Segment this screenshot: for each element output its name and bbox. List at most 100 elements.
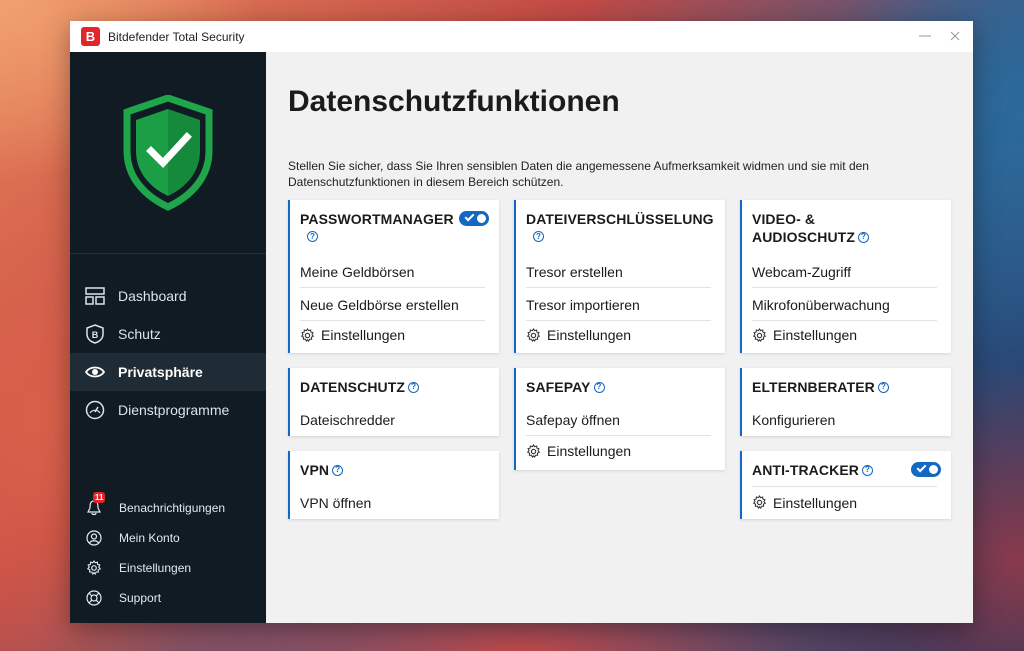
passwortmanager-toggle[interactable] [459,211,489,226]
sidebar-item-label: Mein Konto [119,531,180,545]
card-link-safepay-oeffnen[interactable]: Safepay öffnen [526,404,711,436]
card-link-dateischredder[interactable]: Dateischredder [300,404,485,436]
help-icon[interactable]: ? [877,381,889,393]
gear-icon [752,495,767,510]
sidebar-item-benachrichtigungen[interactable]: 11 Benachrichtigungen [70,492,266,523]
help-icon[interactable]: ? [332,464,344,476]
support-lifebuoy-icon [86,590,102,606]
sidebar-item-label: Dienstprogramme [118,402,230,418]
card-title-text: ANTI-TRACKER [752,462,859,478]
card-video-audioschutz: VIDEO- & AUDIOSCHUTZ? Webcam-Zugriff Mik… [740,200,951,353]
help-icon[interactable]: ? [408,381,420,393]
card-title-text: DATENSCHUTZ [300,379,406,395]
card-link-konfigurieren[interactable]: Konfigurieren [752,404,937,436]
card-title-text: SAFEPAY [526,379,591,395]
account-icon [86,530,102,546]
gear-icon [752,327,767,343]
page-title: Datenschutzfunktionen [288,85,620,118]
card-title: VPN? [300,461,344,479]
card-title-line: AUDIOSCHUTZ [752,229,855,245]
help-icon[interactable]: ? [533,231,544,242]
minimize-icon [919,35,931,37]
sidebar-item-schutz[interactable]: B Schutz [70,315,266,353]
sidebar-item-support[interactable]: Support [70,583,266,613]
dashboard-icon [85,286,105,306]
card-safepay: SAFEPAY? Safepay öffnen Einstellungen [514,368,725,470]
protection-shield-icon: B [85,324,105,344]
card-title: SAFEPAY? [526,378,605,396]
sidebar-bottom-nav: 11 Benachrichtigungen Mein Konto Einstel… [70,492,266,613]
sidebar-item-mein-konto[interactable]: Mein Konto [70,523,266,553]
settings-label: Einstellungen [547,443,632,459]
card-settings-link[interactable]: Einstellungen [752,319,937,351]
gauge-icon [85,400,105,420]
card-link-meine-geldboersen[interactable]: Meine Geldbörsen [300,256,485,288]
card-title-text: ELTERNBERATER [752,379,875,395]
anti-tracker-toggle[interactable] [911,462,941,477]
sidebar-item-dienstprogramme[interactable]: Dienstprogramme [70,391,266,429]
svg-text:B: B [92,330,99,340]
page-description: Stellen Sie sicher, dass Sie Ihren sensi… [288,159,869,189]
minimize-button[interactable] [917,27,933,45]
sidebar-item-label: Einstellungen [119,561,192,575]
bell-icon: 11 [86,492,106,516]
settings-label: Einstellungen [547,327,632,343]
card-settings-link[interactable]: Einstellungen [752,486,937,518]
notification-count-badge: 11 [93,492,106,503]
bitdefender-logo-icon: B [81,27,100,46]
settings-label: Einstellungen [773,327,858,343]
card-title: DATEIVERSCHLÜSSELUNG [526,211,714,227]
card-passwortmanager: PASSWORTMANAGER ? Meine Geldbörsen Neue … [288,200,499,353]
eye-icon [85,362,105,382]
card-title: ANTI-TRACKER? [752,461,873,479]
card-settings-link[interactable]: Einstellungen [526,435,711,467]
sidebar-item-dashboard[interactable]: Dashboard [70,277,266,315]
close-icon [950,31,960,41]
card-vpn: VPN? VPN öffnen [288,451,499,519]
sidebar-item-label: Privatsphäre [118,364,203,380]
card-datenschutz: DATENSCHUTZ? Dateischredder [288,368,499,436]
settings-label: Einstellungen [773,494,858,511]
card-dateiverschluesselung: DATEIVERSCHLÜSSELUNG ? Tresor erstellen … [514,200,725,353]
sidebar-item-einstellungen[interactable]: Einstellungen [70,553,266,583]
card-link-neue-geldboerse[interactable]: Neue Geldbörse erstellen [300,289,485,321]
help-icon[interactable]: ? [593,381,605,393]
help-icon[interactable]: ? [307,231,318,242]
status-shield [70,52,266,254]
card-settings-link[interactable]: Einstellungen [300,319,485,351]
card-settings-link[interactable]: Einstellungen [526,319,711,351]
sidebar-item-label: Dashboard [118,288,187,304]
card-title: PASSWORTMANAGER [300,211,454,227]
sidebar-item-label: Schutz [118,326,161,342]
sidebar-item-privatsphaere[interactable]: Privatsphäre [70,353,266,391]
shield-check-icon [123,94,213,211]
card-link-mikrofonueberwachung[interactable]: Mikrofonüberwachung [752,289,937,321]
card-elternberater: ELTERNBERATER? Konfigurieren [740,368,951,436]
card-link-tresor-importieren[interactable]: Tresor importieren [526,289,711,321]
close-button[interactable] [947,27,963,45]
sidebar-nav: Dashboard B Schutz Privatsphäre Dienstpr… [70,277,266,429]
window-title: Bitdefender Total Security [108,29,245,44]
gear-icon [86,560,102,576]
card-title: VIDEO- & AUDIOSCHUTZ? [752,210,869,246]
gear-icon [526,327,541,343]
app-window: B Bitdefender Total Security Dashboard B… [70,21,973,623]
help-icon[interactable]: ? [857,231,869,243]
sidebar-item-label: Benachrichtigungen [119,501,226,515]
gear-icon [300,327,315,343]
sidebar: Dashboard B Schutz Privatsphäre Dienstpr… [70,52,266,623]
card-link-webcam-zugriff[interactable]: Webcam-Zugriff [752,256,937,288]
card-link-vpn-oeffnen[interactable]: VPN öffnen [300,487,485,519]
card-title-line: VIDEO- & [752,211,816,227]
help-icon[interactable]: ? [861,464,873,476]
card-title: ELTERNBERATER? [752,378,889,396]
main-content: Datenschutzfunktionen Stellen Sie sicher… [266,52,973,623]
card-title: DATENSCHUTZ? [300,378,420,396]
card-link-tresor-erstellen[interactable]: Tresor erstellen [526,256,711,288]
card-title-text: VPN [300,462,330,478]
gear-icon [526,443,541,459]
sidebar-item-label: Support [119,591,162,605]
title-bar: B Bitdefender Total Security [70,21,973,52]
settings-label: Einstellungen [321,327,406,343]
card-anti-tracker: ANTI-TRACKER? Einstellungen [740,451,951,519]
